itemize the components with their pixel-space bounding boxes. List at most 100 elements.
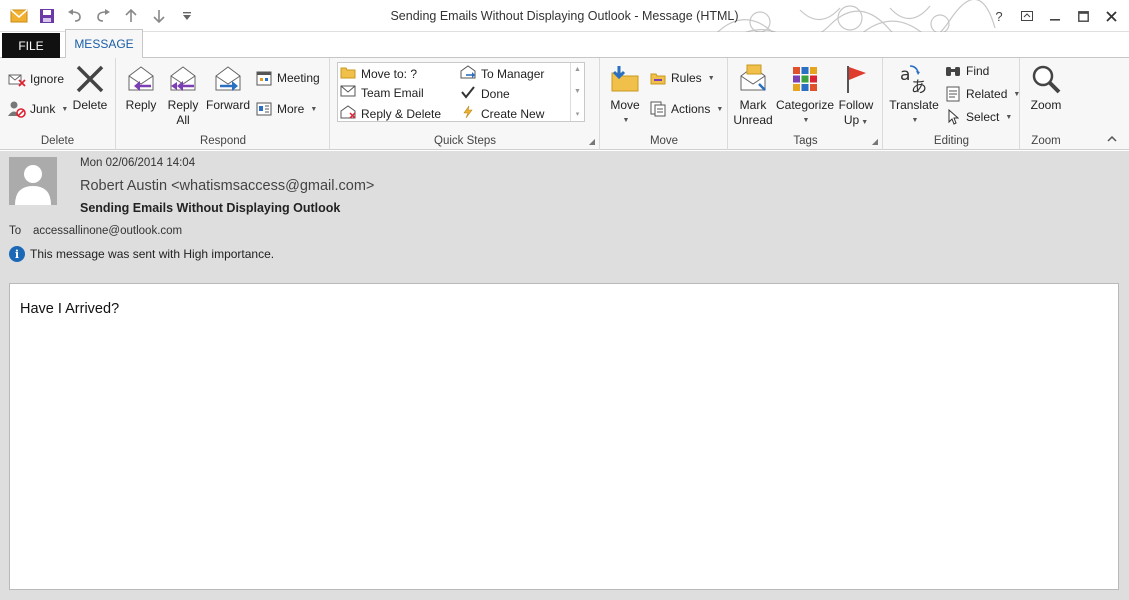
reply-all-label-2: All bbox=[176, 113, 190, 127]
mark-unread-button[interactable]: Mark Unread bbox=[731, 62, 775, 128]
zoom-button[interactable]: Zoom bbox=[1025, 62, 1067, 113]
delete-group-label: Delete bbox=[40, 135, 75, 147]
quickstep-team-email-label: Team Email bbox=[361, 85, 424, 100]
sent-date: Mon 02/06/2014 14:04 bbox=[80, 157, 196, 169]
junk-icon bbox=[8, 100, 26, 118]
select-dropdown-icon: ▼ bbox=[1005, 113, 1013, 121]
quickstep-done[interactable]: Done bbox=[460, 85, 510, 102]
info-icon: i bbox=[9, 246, 25, 262]
collapse-ribbon-icon[interactable] bbox=[1107, 133, 1117, 145]
meeting-button[interactable]: Meeting bbox=[255, 69, 320, 87]
minimize-icon[interactable] bbox=[1043, 6, 1067, 26]
tab-message[interactable]: MESSAGE bbox=[65, 29, 143, 59]
mark-unread-icon bbox=[736, 62, 770, 96]
translate-dropdown-icon: ▼ bbox=[911, 117, 919, 124]
categorize-icon bbox=[788, 62, 822, 96]
meeting-icon bbox=[255, 69, 273, 87]
more-icon bbox=[255, 100, 273, 118]
quick-steps-scrollbar[interactable]: ▲ ▼ ▾ bbox=[570, 63, 584, 121]
delete-label: Delete bbox=[72, 98, 108, 112]
quickstep-done-label: Done bbox=[481, 86, 510, 101]
folder-icon bbox=[340, 65, 356, 82]
translate-label: Translate bbox=[889, 98, 939, 112]
select-button[interactable]: Select ▼ bbox=[944, 108, 1012, 126]
reply-all-button[interactable]: Reply All bbox=[163, 62, 203, 128]
zoom-group-label: Zoom bbox=[1031, 135, 1061, 147]
title-bar: Sending Emails Without Displaying Outloo… bbox=[0, 0, 1129, 58]
forward-icon bbox=[211, 62, 245, 96]
ignore-icon bbox=[8, 70, 26, 88]
junk-dropdown-icon: ▼ bbox=[61, 105, 69, 113]
ribbon-display-icon[interactable] bbox=[1015, 6, 1039, 26]
editing-group: aあ Translate ▼ Find Related ▼ Select ▼ Edi… bbox=[884, 58, 1020, 150]
respond-group-label: Respond bbox=[199, 135, 247, 147]
related-dropdown-icon: ▼ bbox=[1013, 90, 1021, 98]
mark-unread-label-1: Mark bbox=[739, 98, 767, 112]
rules-label: Rules bbox=[671, 71, 702, 85]
scroll-down-icon[interactable]: ▼ bbox=[574, 88, 581, 95]
message-body-area: Have I Arrived? bbox=[0, 281, 1129, 600]
quickstep-move-to[interactable]: Move to: ? bbox=[340, 65, 417, 82]
tags-dialog-launcher-icon[interactable]: ◢ bbox=[872, 137, 878, 146]
junk-button[interactable]: Junk ▼ bbox=[8, 100, 68, 118]
sender[interactable]: Robert Austin <whatismsaccess@gmail.com> bbox=[80, 178, 374, 194]
delete-button[interactable]: Delete bbox=[70, 62, 110, 113]
rules-icon bbox=[649, 69, 667, 87]
help-icon[interactable]: ? bbox=[987, 6, 1011, 26]
related-button[interactable]: Related ▼ bbox=[944, 85, 1020, 103]
quickstep-to-manager[interactable]: To Manager bbox=[460, 65, 544, 82]
follow-up-label-2: Up bbox=[843, 113, 860, 127]
follow-up-button[interactable]: Follow Up ▼ bbox=[835, 62, 877, 130]
ignore-label: Ignore bbox=[30, 72, 65, 86]
quickstep-team-email[interactable]: Team Email bbox=[340, 85, 424, 100]
message-body[interactable]: Have I Arrived? bbox=[9, 283, 1119, 590]
categorize-button[interactable]: Categorize ▼ bbox=[775, 62, 835, 128]
cursor-icon bbox=[944, 108, 962, 126]
find-button[interactable]: Find bbox=[944, 62, 989, 80]
quick-steps-group: Move to: ? Team Email Reply & Delete To … bbox=[331, 58, 600, 150]
subject: Sending Emails Without Displaying Outloo… bbox=[80, 201, 341, 215]
actions-icon bbox=[649, 100, 667, 118]
rules-button[interactable]: Rules ▼ bbox=[649, 69, 715, 87]
to-address[interactable]: accessallinone@outlook.com bbox=[33, 225, 182, 237]
quickstep-create-new[interactable]: Create New bbox=[460, 105, 544, 122]
scroll-up-icon[interactable]: ▲ bbox=[574, 66, 581, 73]
reply-delete-icon bbox=[340, 105, 356, 122]
reply-all-icon bbox=[166, 62, 200, 96]
checkmark-icon bbox=[460, 85, 476, 102]
binoculars-icon bbox=[944, 62, 962, 80]
rules-dropdown-icon: ▼ bbox=[707, 74, 715, 82]
actions-button[interactable]: Actions ▼ bbox=[649, 100, 723, 118]
reply-all-label-1: Reply bbox=[167, 98, 199, 112]
tags-group-label: Tags bbox=[793, 135, 818, 147]
more-button[interactable]: More ▼ bbox=[255, 100, 317, 118]
message-header: Mon 02/06/2014 14:04 Robert Austin <what… bbox=[0, 151, 1129, 281]
quickstep-reply-delete[interactable]: Reply & Delete bbox=[340, 105, 441, 122]
gallery-expand-icon[interactable]: ▾ bbox=[576, 110, 580, 118]
ribbon-tabs: FILE MESSAGE bbox=[0, 29, 1129, 59]
maximize-icon[interactable] bbox=[1071, 6, 1095, 26]
ignore-button[interactable]: Ignore bbox=[8, 70, 64, 88]
tab-file[interactable]: FILE bbox=[2, 33, 60, 58]
respond-group: Reply Reply All Forward Meeting More ▼ R… bbox=[117, 58, 330, 150]
forward-label: Forward bbox=[205, 98, 250, 112]
related-label: Related bbox=[966, 87, 1008, 101]
translate-button[interactable]: aあ Translate ▼ bbox=[886, 62, 942, 128]
importance-note: This message was sent with High importan… bbox=[30, 247, 275, 261]
junk-label: Junk bbox=[30, 102, 56, 116]
quickstep-reply-delete-label: Reply & Delete bbox=[361, 106, 442, 121]
follow-up-label-2-wrap: Up ▼ bbox=[844, 113, 868, 130]
avatar bbox=[9, 157, 57, 205]
importance-infobar: i This message was sent with High import… bbox=[9, 246, 274, 262]
actions-label: Actions bbox=[671, 102, 711, 116]
reply-button[interactable]: Reply bbox=[121, 62, 161, 113]
forward-button[interactable]: Forward bbox=[205, 62, 251, 113]
quick-steps-dialog-launcher-icon[interactable]: ◢ bbox=[589, 137, 595, 146]
quickstep-move-to-label: Move to: ? bbox=[361, 66, 418, 81]
close-icon[interactable] bbox=[1099, 6, 1123, 26]
mark-unread-label-2: Unread bbox=[733, 113, 773, 127]
window-controls: ? bbox=[987, 6, 1123, 26]
find-label: Find bbox=[966, 64, 990, 78]
move-button[interactable]: Move ▼ bbox=[605, 62, 645, 128]
svg-text:a: a bbox=[900, 65, 910, 85]
